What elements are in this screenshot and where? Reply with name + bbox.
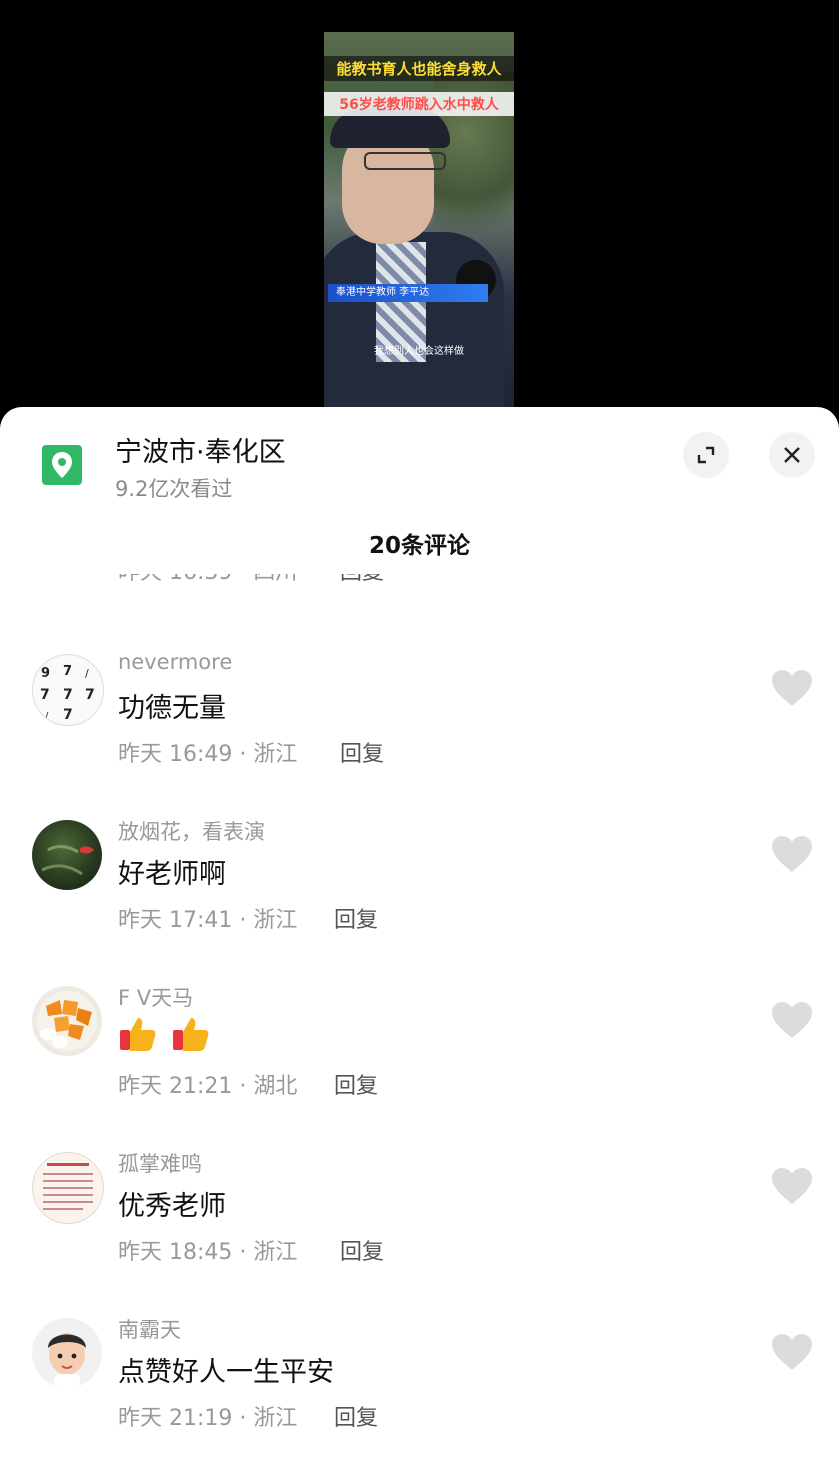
close-icon [784, 447, 800, 463]
comment-list[interactable]: 昨天 16:39 · 四川 回复 9 7 / 7 7 7 / 7 nevermo… [0, 574, 839, 1472]
comment-item: 放烟花，看表演 好老师啊 昨天 17:41 · 浙江 回复 [0, 816, 839, 982]
comment-meta: 昨天 21:19 · 浙江 [118, 1406, 298, 1431]
comment-item: 9 7 / 7 7 7 / 7 nevermore 功德无量 昨天 16:49 … [0, 650, 839, 816]
numbers-avatar[interactable]: 9 7 / 7 7 7 / 7 [32, 654, 104, 726]
comment-meta: 昨天 16:39 · 四川 [118, 574, 297, 586]
comment-text: 好老师啊 [118, 859, 226, 890]
view-count: 9.2亿次看过 [115, 477, 233, 501]
thumbs-up-icon [120, 1018, 156, 1051]
location-title[interactable]: 宁波市·奉化区 [115, 430, 286, 469]
reply-button[interactable]: 回复 [340, 1234, 384, 1266]
like-heart-icon[interactable] [770, 1166, 814, 1206]
reply-button[interactable]: 回复 [340, 574, 384, 586]
svg-text:7: 7 [85, 687, 95, 703]
comment-username[interactable]: 南霸天 [118, 1314, 181, 1344]
comment-username[interactable]: nevermore [118, 650, 232, 674]
plant-avatar[interactable] [32, 820, 102, 890]
comment-text: 优秀老师 [118, 1191, 226, 1222]
reply-button[interactable]: 回复 [340, 736, 384, 768]
comment-text: 功德无量 [118, 693, 226, 724]
comment-text: 点赞好人一生平安 [118, 1357, 334, 1388]
comment-item: 南霸天 点赞好人一生平安 昨天 21:19 · 浙江 回复 [0, 1314, 839, 1472]
video-person-glasses [364, 152, 446, 170]
reply-button[interactable]: 回复 [334, 902, 378, 934]
svg-text:7: 7 [63, 707, 73, 723]
svg-text:7: 7 [40, 687, 50, 703]
location-pin-icon [42, 445, 82, 485]
like-heart-icon[interactable] [770, 668, 814, 708]
like-heart-icon[interactable] [770, 1332, 814, 1372]
video-subtitle: 我想别人也会这样做 [374, 346, 464, 357]
svg-text:7: 7 [63, 664, 72, 679]
comment-emoji-text [118, 1014, 215, 1061]
cartoon-boy-avatar[interactable] [32, 1318, 102, 1388]
like-heart-icon[interactable] [770, 1000, 814, 1040]
letter-avatar[interactable] [32, 1152, 104, 1224]
video-caption-headline: 能教书育人也能舍身救人 [324, 56, 514, 81]
comment-item: 孤掌难鸣 优秀老师 昨天 18:45 · 浙江 回复 [0, 1148, 839, 1314]
svg-text:/: / [85, 667, 89, 680]
expand-icon [697, 446, 715, 464]
comment-meta: 昨天 21:21 · 湖北 [118, 1074, 298, 1099]
comment-count-heading: 20条评论 [368, 533, 470, 559]
svg-text:7: 7 [63, 687, 73, 703]
comment-item: F V天马 昨天 21:21 · 湖北 回复 [0, 982, 839, 1148]
food-avatar[interactable] [32, 986, 102, 1056]
thumbs-up-icon [172, 1018, 208, 1051]
comment-meta: 昨天 17:41 · 浙江 [118, 908, 298, 933]
like-heart-icon[interactable] [770, 834, 814, 874]
svg-text:/: / [45, 711, 49, 722]
video-player[interactable]: 能教书育人也能舍身救人 56岁老教师跳入水中救人 奉港中学教师 李平达 我想别人… [0, 0, 839, 420]
comment-meta: 昨天 16:49 · 浙江 [118, 742, 298, 767]
close-button[interactable] [769, 432, 815, 478]
video-caption-subheadline: 56岁老教师跳入水中救人 [324, 92, 514, 116]
comment-username[interactable]: 孤掌难鸣 [118, 1148, 202, 1178]
video-nameplate: 奉港中学教师 李平达 [328, 284, 488, 302]
partial-comment-meta-row: 昨天 16:39 · 四川 回复 [0, 574, 839, 586]
expand-button[interactable] [683, 432, 729, 478]
comment-username[interactable]: F V天马 [118, 982, 193, 1012]
comment-username[interactable]: 放烟花，看表演 [118, 816, 265, 846]
reply-button[interactable]: 回复 [334, 1400, 378, 1432]
svg-text:9: 9 [41, 666, 50, 681]
comment-meta: 昨天 18:45 · 浙江 [118, 1240, 298, 1265]
reply-button[interactable]: 回复 [334, 1068, 378, 1100]
video-frame[interactable]: 能教书育人也能舍身救人 56岁老教师跳入水中救人 奉港中学教师 李平达 我想别人… [324, 32, 514, 408]
